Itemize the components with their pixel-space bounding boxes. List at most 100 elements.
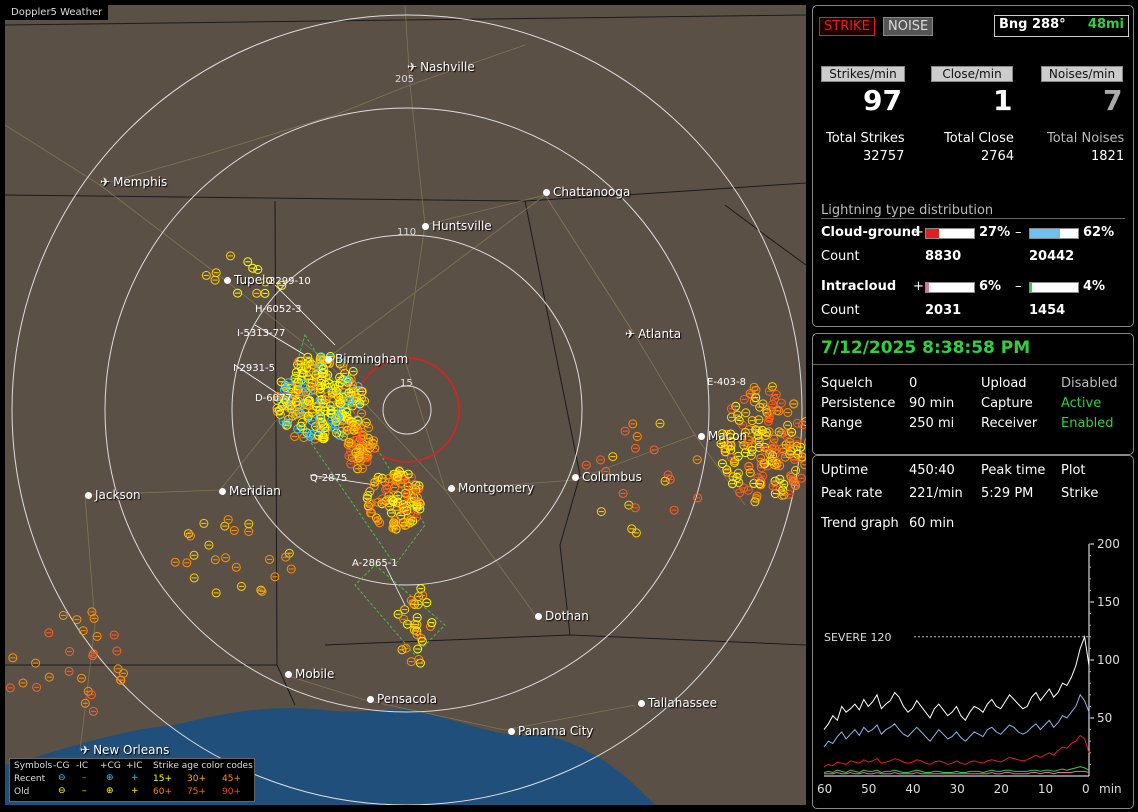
ic-pos-pct: 6% [979,279,1002,294]
legend-old: Old [14,787,30,797]
legend-ic-neg: -IC [76,761,89,771]
storm-cell-label[interactable]: A-2865-1 [352,558,398,569]
city-label: Chattanooga [553,185,631,199]
city-label: Huntsville [432,219,492,233]
legend-age-title: Strike age color codes [153,761,253,771]
city-birmingham: Birmingham [325,352,408,366]
x-tick-label: 10 [1038,782,1053,796]
datetime-value: 7/12/2025 8:38:58 PM [821,338,1031,358]
capture-value: Active [1061,396,1102,411]
persistence-value: 90 min [909,396,955,411]
airport-icon: ✈ [625,327,636,341]
close-rate-label: Close/min [931,66,1013,82]
airport-icon: ✈ [80,743,91,757]
storm-cell-label[interactable]: 3299-10 [269,276,311,287]
capture-label: Capture [981,396,1033,411]
city-label: Tupelo [234,273,273,287]
cg-pos-bar [925,228,975,239]
noises-rate-label: Noises/min [1041,66,1123,82]
trend-value: 60 min [909,516,955,531]
status-panel: 7/12/2025 8:38:58 PM Squelch 0 Upload Di… [812,333,1134,455]
city-dot-icon [508,728,515,735]
storm-cell-label[interactable]: Q-2875 [310,473,347,484]
city-chattanooga: Chattanooga [543,185,630,199]
city-label: Columbus [582,470,642,484]
trend-graph: 2001501005060 50 40 30 20 10 0 minSEVERE 120 [817,537,1122,796]
bar-fill [926,229,939,238]
city-pensacola: Pensacola [367,692,437,706]
y-tick-label: 200 [1097,537,1120,551]
storm-cell-label[interactable]: D-6077 [255,393,292,404]
range-ring-label: 15 [400,378,413,389]
noise-mode-button[interactable]: NOISE [883,17,934,36]
upload-label: Upload [981,376,1027,391]
city-panama-city: Panama City [508,724,593,738]
upload-value: Disabled [1061,376,1118,391]
trend-series-3 [823,766,1090,774]
city-meridian: Meridian [219,484,281,498]
total-close-value: 2764 [981,149,1015,164]
city-label: Nashville [420,60,475,74]
storm-cell-label[interactable]: I-2931-5 [233,363,275,374]
receiver-label: Receiver [981,416,1038,431]
strike-mode-button[interactable]: STRIKE [819,17,875,36]
total-close-label: Total Close [944,131,1014,146]
ic-count-label: Count [821,303,860,318]
airport-icon: ✈ [407,60,418,74]
strike-symbols [5,251,806,716]
range-rings [11,14,803,805]
storm-cell-label[interactable]: E-403-8 [707,377,746,388]
squelch-value: 0 [909,376,918,391]
storm-cell-label[interactable]: H-6052-3 [255,304,302,315]
cg-pos-pct: 27% [979,225,1011,240]
distribution-title: Lightning type distribution [821,203,994,218]
lightning-map[interactable]: Doppler5 Weather ✈ Nashville ✈ Memphis Chatt… [5,5,806,805]
city-tupelo: Tupelo [224,273,273,287]
city-label: Birmingham [335,352,409,366]
city-jackson: Jackson [85,488,141,502]
y-tick-label: 50 [1097,711,1112,725]
bearing-box: Bng 288° 48mi [994,15,1129,37]
divider [821,218,1125,219]
cg-neg-bar [1029,228,1079,239]
city-dot-icon [422,223,429,230]
storm-cell-label[interactable]: I-5313-77 [237,328,285,339]
bearing-value: Bng 288° [999,17,1066,32]
severe-threshold-label: SEVERE 120 [824,631,892,644]
city-tallahassee: Tallahassee [638,696,717,710]
city-new-orleans: ✈ New Orleans [80,743,169,757]
divider [813,364,1133,365]
strikes-rate-value: 97 [863,84,902,117]
range-ring-label: 110 [397,227,417,238]
cg-minus-sign: – [1015,225,1022,240]
legend-cg-neg: -CG [53,761,70,771]
peak-rate-label: Peak rate [821,486,883,501]
city-label: New Orleans [93,743,170,757]
peak-rate-value: 221/min [909,486,963,501]
city-memphis: ✈ Memphis [100,175,167,189]
ic-label: Intracloud [821,279,897,294]
ic-minus-sign: – [1015,279,1022,294]
plot-label: Plot [1061,463,1086,478]
distance-value: 48mi [1087,17,1124,32]
map-canvas [5,5,806,805]
city-label: Montgomery [458,481,535,495]
bar-fill [1030,229,1060,238]
city-dot-icon [572,474,579,481]
city-dot-icon [219,488,226,495]
total-noises-value: 1821 [1091,149,1125,164]
strike-marker [804,438,806,446]
cg-neg-pct: 62% [1083,225,1115,240]
cg-pos-count: 8830 [925,249,962,264]
receiver-value: Enabled [1061,416,1114,431]
noises-rate-value: 7 [1103,84,1123,117]
city-dot-icon [325,356,332,363]
city-nashville: ✈ Nashville [407,60,475,74]
x-axis-label: min [1099,782,1122,796]
city-dot-icon [698,433,705,440]
legend-age-75: 75+ [187,787,206,797]
legend-age-30: 30+ [187,774,206,784]
cg-label: Cloud-ground [821,225,921,240]
ic-neg-pct: 4% [1083,279,1106,294]
strikes-rate-label: Strikes/min [821,66,905,82]
